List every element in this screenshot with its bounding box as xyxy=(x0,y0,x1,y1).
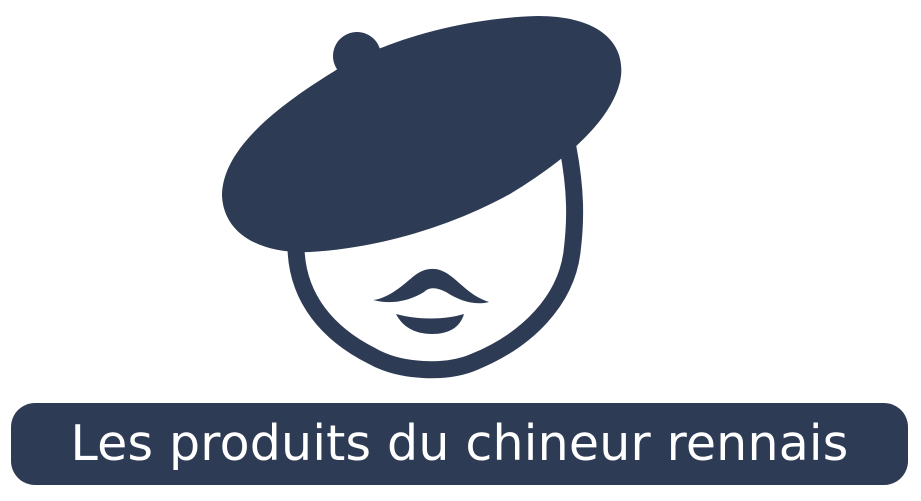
logo: Les produits du chineur rennais xyxy=(0,0,921,501)
beret-man-icon xyxy=(222,16,622,379)
brand-banner: Les produits du chineur rennais xyxy=(11,403,908,485)
brand-name: Les produits du chineur rennais xyxy=(70,414,849,472)
